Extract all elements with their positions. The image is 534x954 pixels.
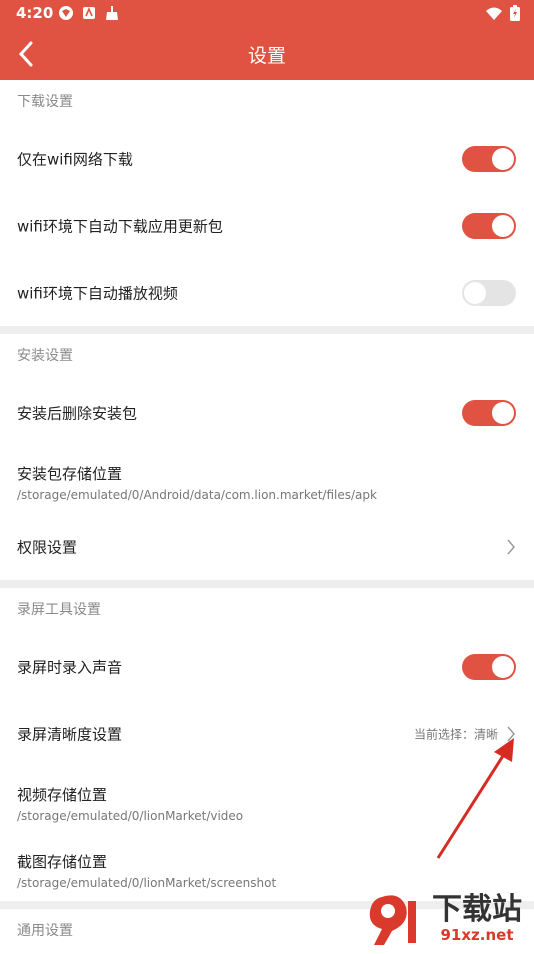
annotation-arrow-icon xyxy=(436,738,514,859)
watermark-text: 下载站 91xz.net xyxy=(432,891,522,944)
watermark-main: 下载站 xyxy=(432,891,522,927)
watermark-logo-icon xyxy=(369,894,416,945)
watermark: 下载站 91xz.net xyxy=(362,887,534,950)
watermark-url: 91xz.net xyxy=(440,925,514,944)
